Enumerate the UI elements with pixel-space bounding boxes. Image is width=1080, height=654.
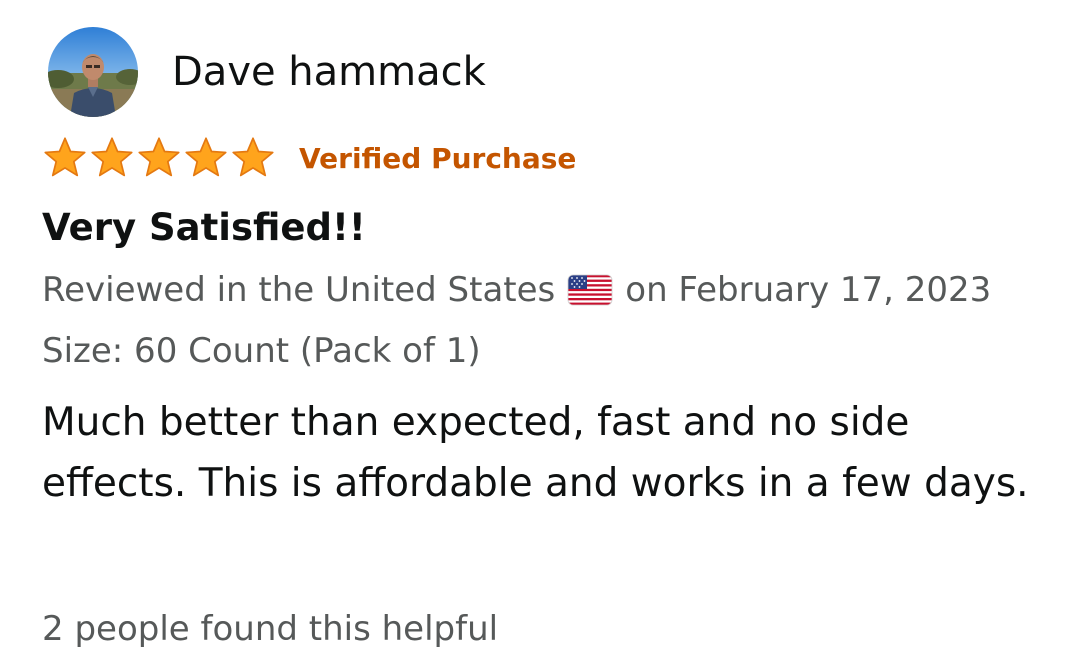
star-rating[interactable]	[42, 136, 277, 180]
us-flag-icon	[567, 274, 613, 306]
review-title[interactable]: Very Satisfied!!	[42, 203, 366, 253]
reviewer-name[interactable]: Dave hammack	[172, 46, 486, 98]
rating-row: Verified Purchase	[42, 136, 576, 180]
review-body: Much better than expected, fast and no s…	[42, 400, 1029, 506]
review-date-prefix: Reviewed in the United States	[42, 270, 556, 310]
star-icon	[232, 137, 274, 177]
avatar-photo	[48, 27, 138, 117]
helpful-count: 2 people found this helpful	[42, 609, 499, 649]
star-icon	[44, 137, 86, 177]
review-date-suffix: on February 17, 2023	[625, 270, 992, 310]
customer-review: Dave hammack Verified Purchase Very Sati…	[0, 0, 1080, 654]
avatar[interactable]	[48, 27, 138, 117]
star-icon	[91, 137, 133, 177]
verified-purchase-badge[interactable]: Verified Purchase	[299, 142, 576, 175]
review-date: Reviewed in the United States on Februar…	[42, 267, 991, 313]
star-icon	[138, 137, 180, 177]
product-variant[interactable]: Size: 60 Count (Pack of 1)	[42, 328, 481, 374]
star-icon	[185, 137, 227, 177]
